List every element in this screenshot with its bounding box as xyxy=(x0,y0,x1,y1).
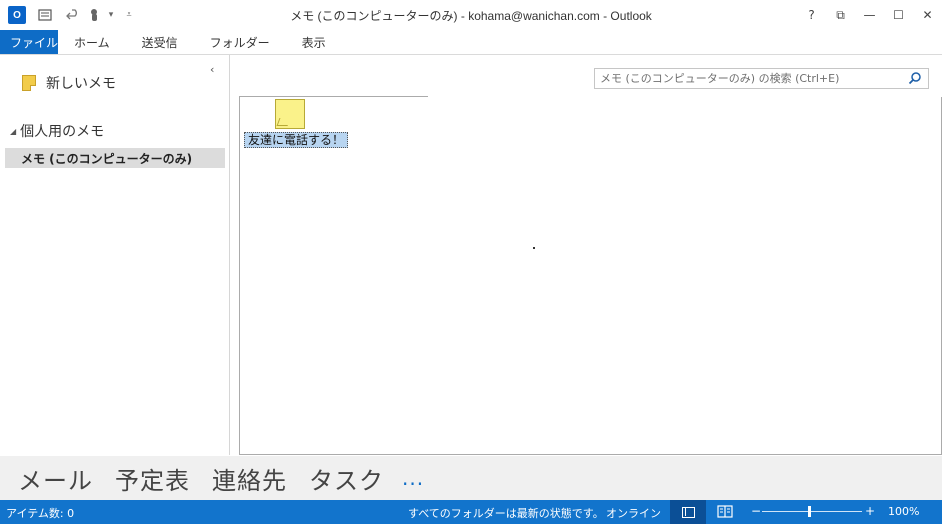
sticky-note-icon xyxy=(275,99,305,129)
view-tab-edge xyxy=(428,95,942,97)
collapse-pane-icon[interactable]: ‹ xyxy=(210,63,214,76)
title-bar: O ▾ ⩡ メモ (このコンピューターのみ) - kohama@wanichan… xyxy=(0,0,942,30)
folder-item-notes[interactable]: メモ (このコンピューターのみ) xyxy=(5,148,225,168)
group-personal-notes[interactable]: ◢ 個人用のメモ xyxy=(10,121,104,141)
search-box[interactable] xyxy=(594,68,929,89)
normal-view-button[interactable] xyxy=(670,500,706,524)
folder-pane: ‹ 新しいメモ ◢ 個人用のメモ メモ (このコンピューターのみ) xyxy=(0,55,230,455)
tab-file[interactable]: ファイル xyxy=(0,30,58,54)
nav-people[interactable]: 連絡先 xyxy=(212,461,287,496)
notes-view[interactable] xyxy=(239,96,942,455)
status-bar: アイテム数: 0 すべてのフォルダーは最新の状態です。 オンライン − + 10… xyxy=(0,500,942,524)
new-note-label: 新しいメモ xyxy=(46,76,116,92)
window-controls: ? ⧉ — ☐ ✕ xyxy=(797,0,942,30)
maximize-button[interactable]: ☐ xyxy=(884,0,913,30)
ribbon-display-button[interactable]: ⧉ xyxy=(826,0,855,30)
search-icon[interactable] xyxy=(908,71,922,85)
zoom-slider-thumb[interactable] xyxy=(808,506,811,517)
search-input[interactable] xyxy=(595,69,900,88)
zoom-level[interactable]: 100% xyxy=(888,505,919,518)
nav-mail[interactable]: メール xyxy=(18,461,93,496)
note-icon xyxy=(22,75,36,91)
nav-more-icon[interactable]: ... xyxy=(402,466,424,490)
sync-status: すべてのフォルダーは最新の状態です。 xyxy=(408,507,604,520)
reading-view-icon[interactable] xyxy=(717,505,733,518)
close-button[interactable]: ✕ xyxy=(913,0,942,30)
zoom-in-button[interactable]: + xyxy=(865,504,875,518)
connection-status: オンライン xyxy=(606,507,661,520)
ribbon-tabs: ファイル ホーム 送受信 フォルダー 表示 xyxy=(0,30,942,54)
tab-send-receive[interactable]: 送受信 xyxy=(126,30,194,54)
tab-home[interactable]: ホーム xyxy=(58,30,126,54)
note-caption[interactable]: 友達に電話する！ xyxy=(244,132,349,148)
group-label: 個人用のメモ xyxy=(20,124,105,140)
item-count: アイテム数: 0 xyxy=(6,507,75,520)
nav-calendar[interactable]: 予定表 xyxy=(115,461,190,496)
tab-view[interactable]: 表示 xyxy=(286,30,342,54)
nav-tasks[interactable]: タスク xyxy=(309,461,384,496)
tab-folder[interactable]: フォルダー xyxy=(194,30,286,54)
expand-triangle-icon[interactable]: ◢ xyxy=(10,127,16,136)
zoom-out-button[interactable]: − xyxy=(751,504,761,518)
navigation-bar: メール 予定表 連絡先 タスク ... xyxy=(0,456,942,500)
new-note-button[interactable]: 新しいメモ xyxy=(22,73,116,93)
zoom-slider[interactable] xyxy=(762,511,862,512)
normal-view-icon xyxy=(681,506,695,518)
help-button[interactable]: ? xyxy=(797,0,826,30)
cursor-dot xyxy=(533,247,535,249)
minimize-button[interactable]: — xyxy=(855,0,884,30)
